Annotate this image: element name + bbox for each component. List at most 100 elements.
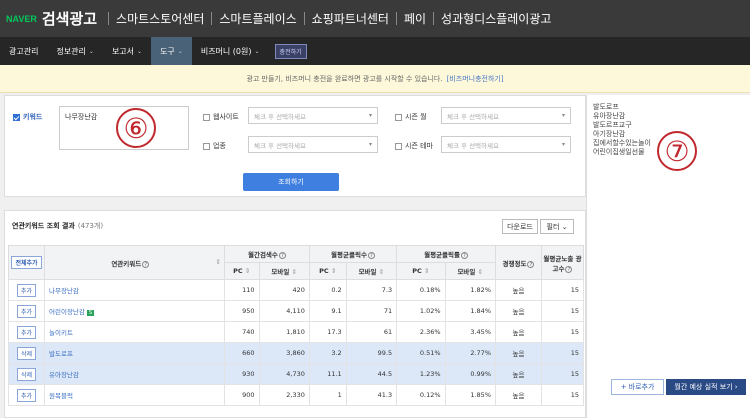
column-header-keyword[interactable]: 연관키워드? ⇕: [44, 245, 225, 280]
nav-tools[interactable]: 도구 ⌄: [151, 37, 192, 65]
mobile-ctr-cell: 2.77%: [444, 342, 497, 364]
keyword-link[interactable]: 어린이장난감: [49, 308, 85, 316]
app-title[interactable]: 검색광고: [42, 8, 97, 29]
filter-button[interactable]: 필터 ⌄: [540, 219, 574, 234]
season-theme-select[interactable]: 체크 후 선택하세요 ▾: [441, 136, 571, 153]
keyword-link[interactable]: 놀이키트: [49, 329, 73, 337]
service-link-pay[interactable]: 페이: [389, 10, 426, 27]
sort-icon[interactable]: ⇕: [331, 267, 336, 275]
industry-checkbox[interactable]: [203, 142, 210, 150]
sidebar-actions: + 바로추가 월간 예상 실적 보기 ›: [587, 365, 750, 418]
season-theme-filter-label[interactable]: 시즌 테마: [395, 141, 433, 151]
sort-icon[interactable]: ⇕: [245, 267, 250, 275]
service-link-smartstore[interactable]: 스마트스토어센터: [101, 10, 204, 27]
add-button[interactable]: 추가: [16, 304, 37, 318]
keyword-link[interactable]: 원목블럭: [49, 392, 73, 400]
keyword-link[interactable]: 유아장난감: [49, 371, 79, 379]
header-label: 모바일: [271, 268, 290, 276]
add-button[interactable]: 추가: [16, 388, 37, 402]
keyword-cell[interactable]: 놀이키트: [44, 321, 225, 343]
selected-keyword: 아기장난감: [593, 130, 626, 138]
help-icon[interactable]: ?: [142, 260, 150, 268]
subheader-pc[interactable]: PC ⇕: [224, 262, 260, 280]
subheader-pc[interactable]: PC ⇕: [308, 262, 347, 280]
mobile-searches-cell: 1,810: [258, 321, 310, 343]
add-all-button[interactable]: 전체추가: [11, 256, 42, 269]
mobile-searches-cell: 3,860: [258, 342, 310, 364]
column-header-ad-count[interactable]: 월평균노출 광고수?: [541, 245, 584, 280]
results-title: 연관키워드 조회 결과: [12, 222, 75, 230]
header-label: 월평균클릭수: [331, 251, 367, 259]
keyword-filter-label[interactable]: 키워드: [13, 112, 42, 122]
pc-clicks-cell: 17.3: [308, 321, 347, 343]
competition-cell: 높음: [495, 363, 542, 385]
select-placeholder: 체크 후 선택하세요: [254, 112, 306, 121]
column-header-competition[interactable]: 경쟁정도?: [495, 245, 542, 280]
subheader-mobile[interactable]: 모바일 ⇕: [444, 262, 497, 280]
season-month-select[interactable]: 체크 후 선택하세요 ▾: [441, 107, 571, 124]
season-theme-checkbox[interactable]: [395, 142, 402, 150]
sort-icon[interactable]: ⇕: [478, 268, 483, 276]
add-button[interactable]: 추가: [16, 283, 37, 297]
industry-filter-label[interactable]: 업종: [203, 141, 226, 151]
charge-button[interactable]: 충전하기: [274, 43, 307, 59]
website-filter-label[interactable]: 웹사이트: [203, 112, 239, 122]
nav-bizmoney[interactable]: 비즈머니 (0원) ⌄: [192, 37, 269, 65]
chevron-down-icon: ⌄: [177, 47, 183, 55]
notice-banner: 광고 만들기, 비즈머니 충전을 완료하면 광고를 시작할 수 있습니다. [비…: [0, 65, 750, 93]
service-link-smartplace[interactable]: 스마트플레이스: [204, 10, 296, 27]
keyword-cell[interactable]: 어린이장난감 S: [44, 300, 225, 322]
subheader-mobile[interactable]: 모바일 ⇕: [345, 262, 398, 280]
sort-icon[interactable]: ⇕: [379, 268, 384, 276]
main-nav: 광고관리 정보관리 ⌄ 보고서 ⌄ 도구 ⌄ 비즈머니 (0원) ⌄ 충전하기: [0, 37, 750, 65]
help-icon[interactable]: ?: [460, 252, 468, 259]
keyword-link[interactable]: 발도로프: [49, 350, 73, 358]
keyword-cell[interactable]: 유아장난감: [44, 363, 225, 385]
keyword-cell[interactable]: 나무장난감: [44, 279, 225, 301]
remove-button[interactable]: 삭제: [16, 346, 37, 360]
remove-button[interactable]: 삭제: [16, 367, 37, 381]
help-icon[interactable]: ?: [367, 252, 375, 259]
header-label: 월평균클릭률: [424, 251, 460, 259]
nav-reports[interactable]: 보고서 ⌄: [103, 37, 151, 65]
bizmoney-charge-link[interactable]: [비즈머니충전하기]: [447, 74, 504, 84]
quick-add-button[interactable]: + 바로추가: [611, 379, 664, 395]
industry-select[interactable]: 체크 후 선택하세요 ▾: [248, 136, 378, 153]
keyword-cell[interactable]: 원목블럭: [44, 384, 225, 406]
help-icon[interactable]: ?: [565, 265, 573, 273]
monthly-estimate-button[interactable]: 월간 예상 실적 보기 ›: [666, 379, 746, 395]
season-month-filter-label[interactable]: 시즌 월: [395, 112, 427, 122]
search-button[interactable]: 조회하기: [243, 173, 339, 191]
ad-count-cell: 15: [541, 300, 584, 322]
sort-icon[interactable]: ⇕: [216, 258, 221, 266]
sort-icon[interactable]: ⇕: [292, 268, 297, 276]
season-month-checkbox[interactable]: [395, 113, 402, 121]
select-placeholder: 체크 후 선택하세요: [447, 141, 499, 150]
pc-searches-cell: 950: [224, 300, 260, 322]
nav-ad-management[interactable]: 광고관리: [0, 37, 47, 65]
subheader-mobile[interactable]: 모바일 ⇕: [258, 262, 310, 280]
keyword-checkbox[interactable]: [13, 113, 20, 121]
keyword-cell[interactable]: 발도로프: [44, 342, 225, 364]
add-all-header: 전체추가: [8, 245, 45, 280]
service-link-shopping-partner[interactable]: 쇼핑파트너센터: [297, 10, 389, 27]
header-label: 연관키워드: [111, 259, 142, 268]
add-button[interactable]: 추가: [16, 325, 37, 339]
help-icon[interactable]: ?: [527, 260, 535, 268]
keyword-value: 나무장난감: [65, 113, 98, 121]
keyword-link[interactable]: 나무장난감: [49, 287, 79, 295]
download-button[interactable]: 다운로드: [502, 219, 538, 234]
sort-icon[interactable]: ⇕: [424, 267, 429, 275]
website-select[interactable]: 체크 후 선택하세요 ▾: [248, 107, 378, 124]
subheader-pc[interactable]: PC ⇕: [396, 262, 446, 280]
help-icon[interactable]: ?: [278, 252, 286, 259]
mobile-ctr-cell: 1.84%: [444, 300, 497, 322]
competition-cell: 높음: [495, 342, 542, 364]
service-link-display-ads[interactable]: 성과형디스플레이광고: [426, 10, 551, 27]
row-action-cell: 추가: [8, 300, 45, 322]
nav-info-management[interactable]: 정보관리 ⌄: [47, 37, 102, 65]
website-checkbox[interactable]: [203, 113, 210, 121]
naver-logo[interactable]: NAVER: [6, 14, 37, 24]
selected-keywords-list[interactable]: 발도로프 유아장난감 발도르프교구 아기장난감 집에서할수있는놀이 어린이집생일…: [593, 103, 651, 157]
row-action-cell: 추가: [8, 384, 45, 406]
